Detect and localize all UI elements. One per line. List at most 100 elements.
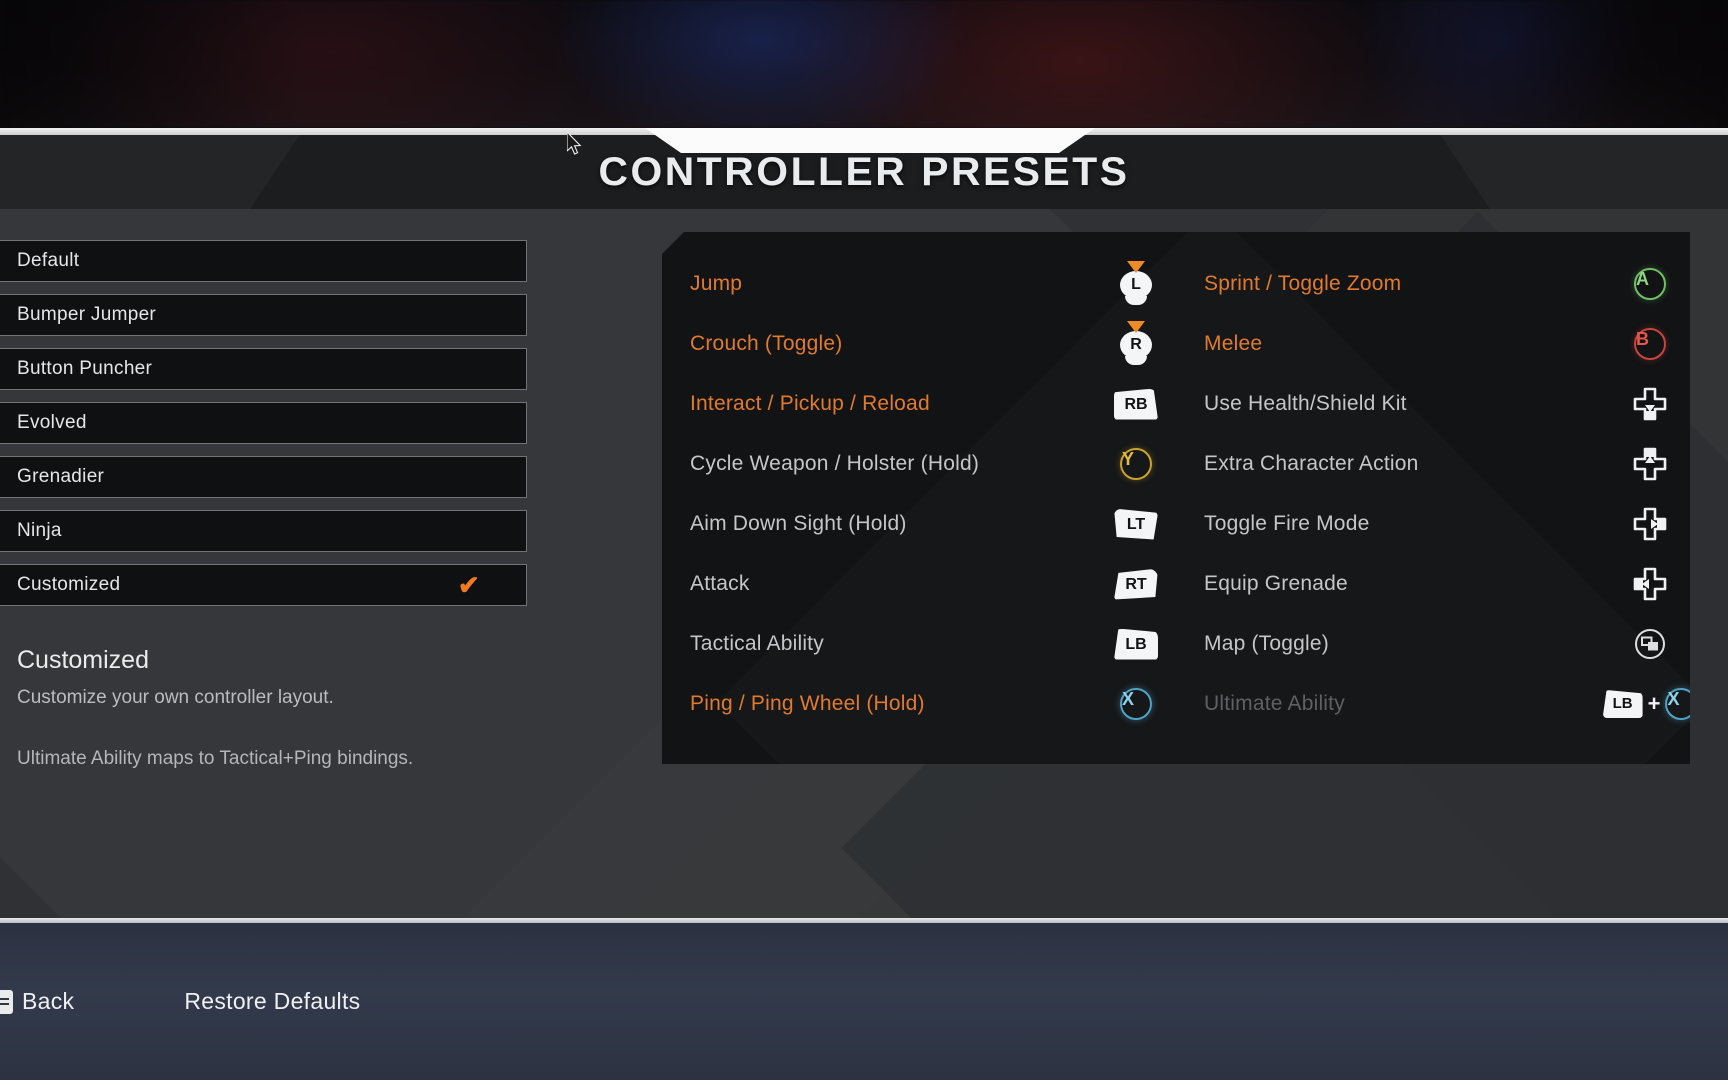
binding-left-cell[interactable]: Cycle Weapon / Holster (Hold) Y: [662, 448, 1176, 480]
footer-action-restore-defaults[interactable]: Restore Defaults: [184, 988, 360, 1015]
right-stick-click-icon-glyph: R: [1113, 321, 1159, 366]
lt-trigger-icon: LT: [1114, 508, 1158, 540]
binding-left-cell[interactable]: Ping / Ping Wheel (Hold) X: [662, 688, 1176, 720]
x-button-icon: X: [1665, 688, 1690, 720]
binding-button-icon-slot: [1610, 567, 1690, 601]
binding-button-icon-slot: R: [1096, 321, 1176, 366]
binding-left-cell[interactable]: Crouch (Toggle) R: [662, 321, 1176, 366]
binding-action-label: Tactical Ability: [690, 632, 824, 655]
bindings-panel: Jump L Sprint / Toggle Zoom A Crouch (Toggle…: [662, 232, 1690, 764]
preset-selected-check-icon: ✔: [457, 570, 480, 600]
binding-left-cell[interactable]: Jump L: [662, 261, 1176, 306]
binding-right-cell[interactable]: Use Health/Shield Kit: [1176, 387, 1690, 421]
binding-button-icon-slot: LB: [1096, 628, 1176, 660]
binding-row: Ping / Ping Wheel (Hold) X Ultimate Abilit…: [662, 674, 1690, 734]
lb-bumper-icon: LB: [1114, 628, 1158, 660]
footer-action-label: Back: [22, 988, 75, 1014]
preset-item-button-puncher[interactable]: Button Puncher: [0, 348, 527, 390]
binding-right-cell[interactable]: Ultimate Ability LB + X: [1176, 688, 1690, 720]
binding-row: Interact / Pickup / Reload RB Use Health/S…: [662, 374, 1690, 434]
binding-button-icon-slot: [1610, 507, 1690, 541]
right-stick-click-icon: R: [1113, 321, 1159, 366]
lb-bumper-icon: LB: [1602, 690, 1643, 718]
y-button-icon-glyph: Y: [1120, 448, 1152, 480]
preset-item-ninja[interactable]: Ninja: [0, 510, 527, 552]
game-background-strip: [0, 0, 1728, 128]
binding-right-cell[interactable]: Extra Character Action: [1176, 447, 1690, 481]
binding-button-icon-slot: L: [1096, 261, 1176, 306]
preset-item-default[interactable]: Default: [0, 240, 527, 282]
preset-item-label: Grenadier: [17, 466, 105, 487]
binding-button-icon-slot: RB: [1096, 388, 1176, 420]
preset-item-grenadier[interactable]: Grenadier: [0, 456, 527, 498]
binding-action-label: Equip Grenade: [1204, 572, 1348, 595]
preset-description-body: Customize your own controller layout.: [17, 687, 334, 708]
binding-button-icon-slot: LT: [1096, 508, 1176, 540]
binding-action-label: Ultimate Ability: [1204, 692, 1345, 715]
binding-action-label: Use Health/Shield Kit: [1204, 392, 1407, 415]
dpad-left-icon-glyph: [1633, 567, 1667, 601]
footer-action-label: Restore Defaults: [184, 988, 361, 1014]
view-button-icon: [1633, 627, 1667, 661]
dpad-down-icon: [1633, 387, 1667, 421]
binding-left-cell[interactable]: Attack RT: [662, 568, 1176, 600]
x-button-icon-glyph: X: [1120, 688, 1152, 720]
preset-item-evolved[interactable]: Evolved: [0, 402, 527, 444]
preset-description-note: Ultimate Ability maps to Tactical+Ping b…: [17, 748, 414, 769]
page-title: CONTROLLER PRESETS: [598, 150, 1130, 194]
x-button-icon: X: [1120, 688, 1152, 720]
back-button-icon: [0, 989, 13, 1014]
binding-left-cell[interactable]: Tactical Ability LB: [662, 628, 1176, 660]
binding-action-label: Aim Down Sight (Hold): [690, 512, 907, 535]
binding-button-icon-slot: RT: [1096, 568, 1176, 600]
rb-bumper-icon: RB: [1114, 388, 1158, 420]
dpad-up-icon-glyph: [1633, 447, 1667, 481]
binding-action-label: Sprint / Toggle Zoom: [1204, 272, 1402, 295]
controller-presets-screen: CONTROLLER PRESETS Default Bumper Jumper B…: [0, 0, 1728, 1080]
footer-action-back[interactable]: Back: [0, 988, 74, 1015]
dpad-down-icon-glyph: [1633, 387, 1667, 421]
binding-row: Crouch (Toggle) R Melee B: [662, 314, 1690, 374]
binding-row: Attack RT Equip Grenade: [662, 554, 1690, 614]
binding-button-icon-slot: [1610, 627, 1690, 661]
preset-item-label: Ninja: [17, 520, 62, 541]
binding-row: Tactical Ability LB Map (Toggle): [662, 614, 1690, 674]
binding-right-cell[interactable]: Sprint / Toggle Zoom A: [1176, 268, 1690, 300]
binding-button-icon-slot: Y: [1096, 448, 1176, 480]
binding-action-label: Map (Toggle): [1204, 632, 1329, 655]
preset-item-customized[interactable]: Customized ✔: [0, 564, 527, 606]
mouse-cursor: [567, 132, 582, 155]
binding-left-cell[interactable]: Interact / Pickup / Reload RB: [662, 388, 1176, 420]
binding-button-icon-slot: B: [1610, 328, 1690, 360]
binding-right-cell[interactable]: Equip Grenade: [1176, 567, 1690, 601]
binding-right-cell[interactable]: Map (Toggle): [1176, 627, 1690, 661]
binding-button-icon-slot: A: [1610, 268, 1690, 300]
binding-row: Aim Down Sight (Hold) LT Toggle Fire Mode: [662, 494, 1690, 554]
binding-action-label: Crouch (Toggle): [690, 332, 843, 355]
preset-list: Default Bumper Jumper Button Puncher Evolve…: [0, 240, 527, 618]
binding-action-label: Ping / Ping Wheel (Hold): [690, 692, 925, 715]
preset-item-label: Default: [17, 250, 80, 271]
left-stick-click-icon: L: [1113, 261, 1159, 306]
binding-row: Jump L Sprint / Toggle Zoom A: [662, 254, 1690, 314]
binding-right-cell[interactable]: Melee B: [1176, 328, 1690, 360]
binding-action-label: Toggle Fire Mode: [1204, 512, 1370, 535]
preset-description: Customized Customize your own controller…: [17, 646, 537, 709]
bindings-grid: Jump L Sprint / Toggle Zoom A Crouch (Toggle…: [662, 232, 1690, 734]
binding-left-cell[interactable]: Aim Down Sight (Hold) LT: [662, 508, 1176, 540]
binding-right-cell[interactable]: Toggle Fire Mode: [1176, 507, 1690, 541]
dpad-up-icon: [1633, 447, 1667, 481]
lb-plus-x-combo-icon-glyph: LB + X: [1602, 688, 1690, 720]
preset-item-label: Bumper Jumper: [17, 304, 157, 325]
binding-row: Cycle Weapon / Holster (Hold) Y Extra Char…: [662, 434, 1690, 494]
preset-description-title: Customized: [17, 646, 149, 674]
preset-item-label: Evolved: [17, 412, 87, 433]
preset-item-bumper-jumper[interactable]: Bumper Jumper: [0, 294, 527, 336]
binding-action-label: Attack: [690, 572, 750, 595]
binding-button-icon-slot: [1610, 447, 1690, 481]
y-button-icon: Y: [1120, 448, 1152, 480]
binding-button-icon-slot: X: [1096, 688, 1176, 720]
plus-icon: +: [1647, 691, 1661, 716]
preset-item-label: Button Puncher: [17, 358, 153, 379]
binding-action-label: Interact / Pickup / Reload: [690, 392, 930, 415]
